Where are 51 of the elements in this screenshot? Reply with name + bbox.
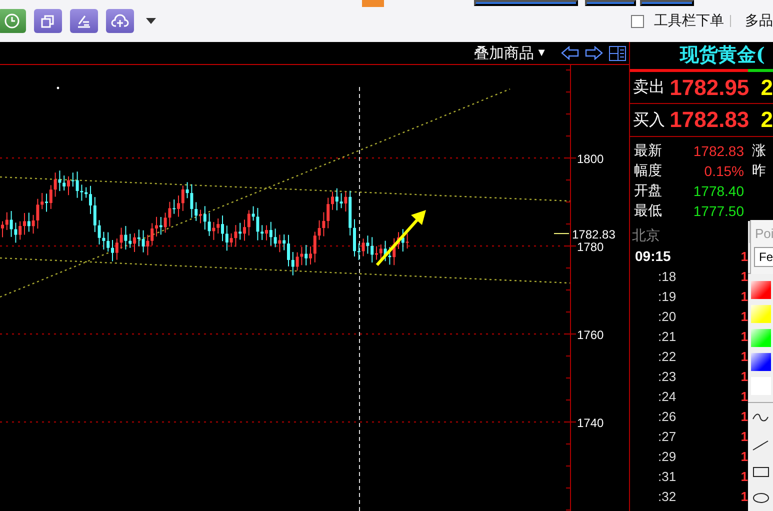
tick-time: :31 (657, 468, 678, 484)
tick-time: :32 (657, 488, 678, 504)
tick-price: 1 (740, 448, 748, 464)
tick-price: 1 (740, 428, 748, 444)
tick-price: 1 (740, 408, 748, 424)
stat-label: 昨 (752, 162, 766, 180)
current-price-label: 1782.83 (572, 228, 616, 242)
tick-price: 1 (740, 368, 748, 384)
checkbox-label: 工具栏下单 (654, 12, 724, 30)
stat-value: 1782.83 (692, 143, 744, 159)
price-label: 1760 (577, 328, 604, 342)
stat-value: 0.15% (703, 163, 744, 179)
tick-price: 1 (740, 348, 748, 364)
buy-price: 1782.83 (670, 107, 750, 134)
tick-price: 1 (740, 248, 748, 264)
tick-time: :20 (657, 308, 678, 324)
price-label: 1740 (577, 416, 604, 430)
stat-value: 1778.40 (692, 183, 744, 199)
stat-label: 开盘 (634, 182, 663, 200)
tick-time: :19 (657, 288, 678, 304)
tick-price: 1 (740, 268, 748, 284)
tick-price: 1 (740, 488, 748, 504)
price-label: 买入 (633, 110, 666, 131)
tick-price: 1 (740, 308, 748, 324)
sell-price: 1782.95 (670, 74, 750, 101)
price-label: 1800 (577, 152, 604, 166)
volume-value: 2 (760, 74, 773, 101)
tick-price: 1 (740, 288, 748, 304)
stat-label: 幅度 (634, 162, 663, 180)
tick-time: :22 (657, 348, 678, 364)
price-label: 1780 (577, 240, 604, 254)
tick-time: :24 (657, 388, 678, 404)
tick-price: 1 (740, 388, 748, 404)
price-label: 卖出 (633, 78, 666, 98)
tick-time: :21 (657, 328, 678, 344)
tick-time: :27 (657, 428, 678, 444)
tick-price: 1 (740, 328, 748, 344)
tick-time: :23 (657, 368, 678, 384)
tick-price: 1 (740, 468, 748, 484)
instrument-title: 现货黄金( (678, 43, 766, 68)
stat-label: 涨 (752, 142, 766, 160)
volume-value: 2 (760, 107, 773, 134)
stat-label: 最新 (634, 142, 663, 160)
popup-title: Poi (754, 225, 773, 241)
stat-value: 1777.50 (692, 203, 744, 219)
stat-label: 最低 (634, 202, 663, 220)
tick-time: :26 (657, 408, 678, 424)
tick-time: :18 (657, 268, 678, 284)
tick-time: 09:15 (634, 248, 672, 264)
tick-time: :29 (657, 448, 678, 464)
city-label: 北京 (631, 226, 661, 245)
